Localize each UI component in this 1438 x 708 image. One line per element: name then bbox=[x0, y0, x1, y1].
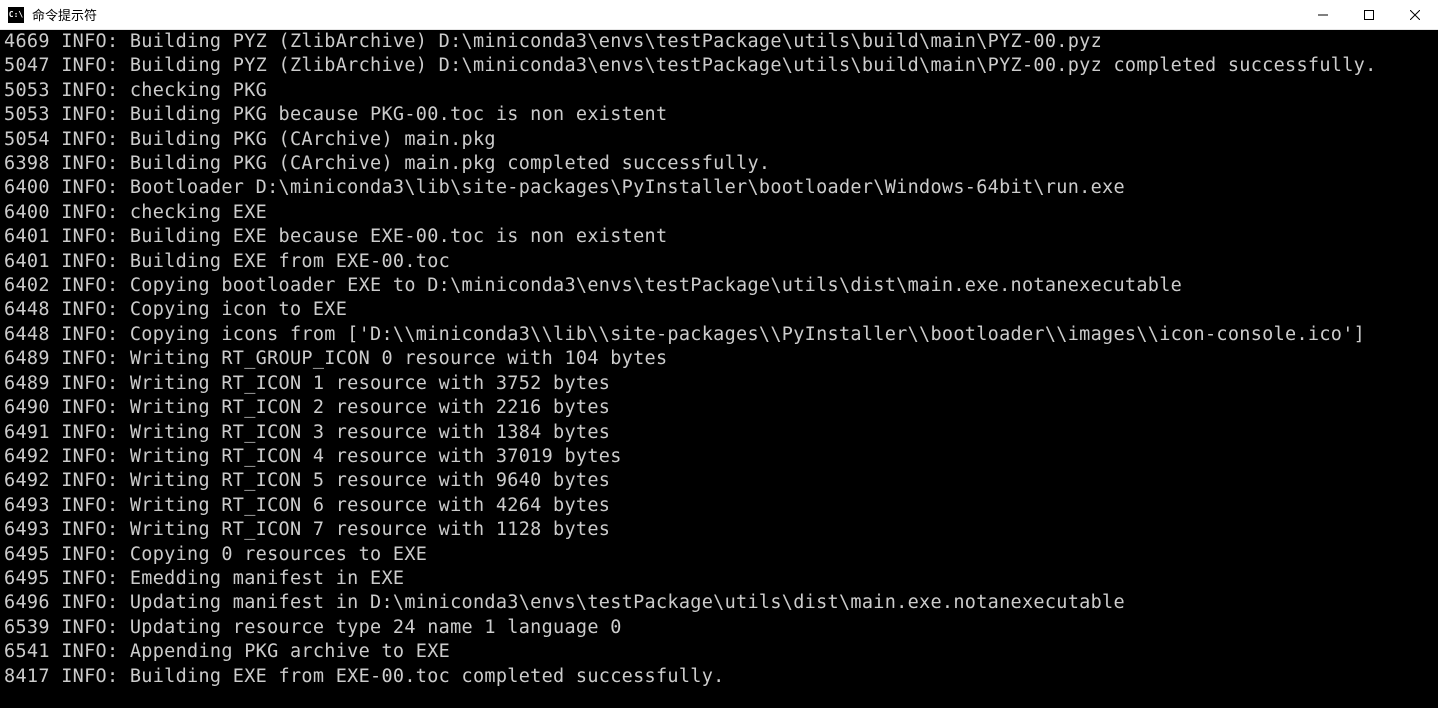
maximize-icon bbox=[1364, 10, 1374, 20]
terminal-line: 6401 INFO: Building EXE from EXE-00.toc bbox=[4, 250, 1434, 274]
terminal-line: 5053 INFO: checking PKG bbox=[4, 79, 1434, 103]
cmd-icon: C:\ bbox=[8, 7, 24, 23]
terminal-line: 6495 INFO: Emedding manifest in EXE bbox=[4, 567, 1434, 591]
terminal-line: 6490 INFO: Writing RT_ICON 2 resource wi… bbox=[4, 396, 1434, 420]
terminal-line: 6493 INFO: Writing RT_ICON 6 resource wi… bbox=[4, 494, 1434, 518]
terminal-line: 5054 INFO: Building PKG (CArchive) main.… bbox=[4, 128, 1434, 152]
close-button[interactable] bbox=[1392, 0, 1438, 29]
terminal-line: 6489 INFO: Writing RT_GROUP_ICON 0 resou… bbox=[4, 347, 1434, 371]
terminal-line: 6402 INFO: Copying bootloader EXE to D:\… bbox=[4, 274, 1434, 298]
window-controls bbox=[1300, 0, 1438, 29]
terminal-line: 6492 INFO: Writing RT_ICON 4 resource wi… bbox=[4, 445, 1434, 469]
minimize-icon bbox=[1318, 10, 1328, 20]
terminal-line: 4669 INFO: Building PYZ (ZlibArchive) D:… bbox=[4, 30, 1434, 54]
terminal-line: 8417 INFO: Building EXE from EXE-00.toc … bbox=[4, 665, 1434, 689]
terminal-line: 6398 INFO: Building PKG (CArchive) main.… bbox=[4, 152, 1434, 176]
window-titlebar[interactable]: C:\ 命令提示符 bbox=[0, 0, 1438, 30]
terminal-line: 6489 INFO: Writing RT_ICON 1 resource wi… bbox=[4, 372, 1434, 396]
cmd-icon-text: C:\ bbox=[9, 10, 23, 19]
terminal-line: 6448 INFO: Copying icons from ['D:\\mini… bbox=[4, 323, 1434, 347]
terminal-line: 6495 INFO: Copying 0 resources to EXE bbox=[4, 543, 1434, 567]
terminal-line: 5053 INFO: Building PKG because PKG-00.t… bbox=[4, 103, 1434, 127]
terminal-line: 5047 INFO: Building PYZ (ZlibArchive) D:… bbox=[4, 54, 1434, 78]
terminal-line: 6401 INFO: Building EXE because EXE-00.t… bbox=[4, 225, 1434, 249]
terminal-line: 6492 INFO: Writing RT_ICON 5 resource wi… bbox=[4, 469, 1434, 493]
window-title: 命令提示符 bbox=[32, 5, 1300, 24]
terminal-output[interactable]: 4669 INFO: Building PYZ (ZlibArchive) D:… bbox=[0, 30, 1438, 708]
terminal-line: 6491 INFO: Writing RT_ICON 3 resource wi… bbox=[4, 421, 1434, 445]
close-icon bbox=[1410, 10, 1420, 20]
maximize-button[interactable] bbox=[1346, 0, 1392, 29]
terminal-line: 6448 INFO: Copying icon to EXE bbox=[4, 298, 1434, 322]
terminal-line: 6496 INFO: Updating manifest in D:\minic… bbox=[4, 591, 1434, 615]
minimize-button[interactable] bbox=[1300, 0, 1346, 29]
terminal-line: 6400 INFO: Bootloader D:\miniconda3\lib\… bbox=[4, 176, 1434, 200]
terminal-line: 6539 INFO: Updating resource type 24 nam… bbox=[4, 616, 1434, 640]
terminal-line: 6400 INFO: checking EXE bbox=[4, 201, 1434, 225]
terminal-line: 6541 INFO: Appending PKG archive to EXE bbox=[4, 640, 1434, 664]
terminal-line: 6493 INFO: Writing RT_ICON 7 resource wi… bbox=[4, 518, 1434, 542]
